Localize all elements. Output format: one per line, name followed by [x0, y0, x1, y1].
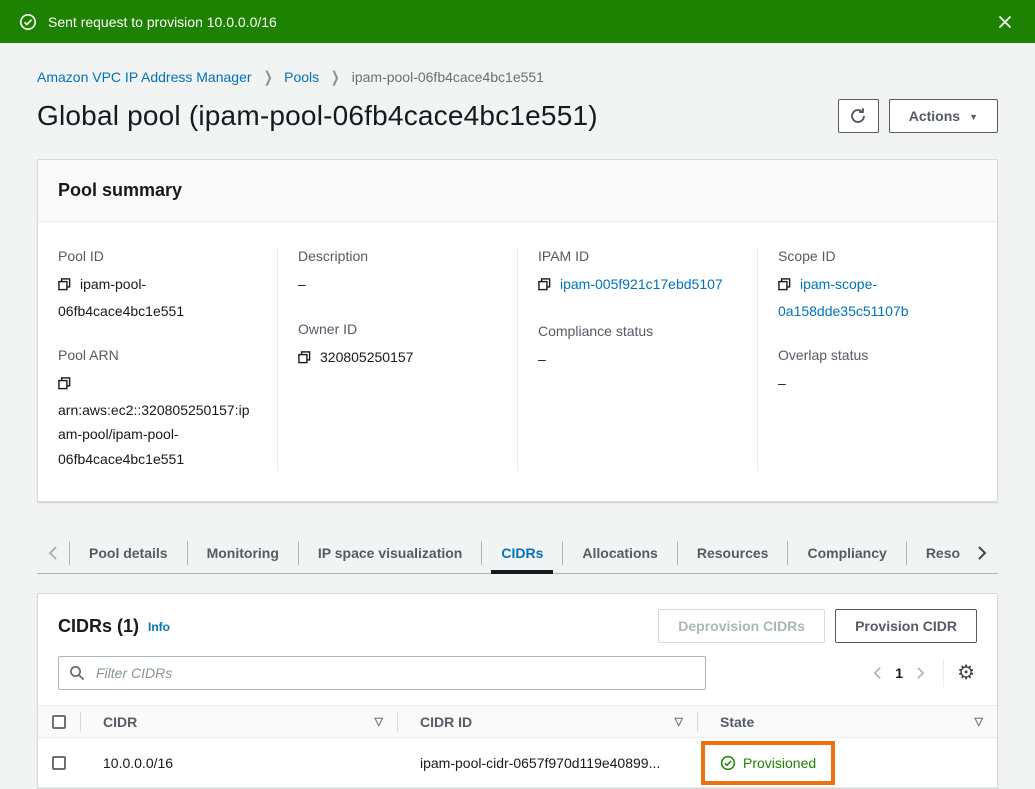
summary-column-2: Description – Owner ID 320805250157: [278, 248, 518, 471]
field-label: Description: [298, 248, 497, 264]
breadcrumb-link-ipam[interactable]: Amazon VPC IP Address Manager: [37, 69, 252, 85]
page-title: Global pool (ipam-pool-06fb4cace4bc1e551…: [37, 100, 598, 132]
cidr-id-cell: ipam-pool-cidr-0657f970d119e40899...: [398, 755, 697, 771]
tab-truncated[interactable]: Reso: [907, 532, 966, 574]
pool-arn-value: arn:aws:ec2::320805250157:ipam-pool/ipam…: [58, 402, 249, 467]
tab-ip-space-visualization[interactable]: IP space visualization: [299, 532, 481, 574]
refresh-button[interactable]: [838, 99, 879, 133]
annotation-highlight-box: Provisioned: [701, 741, 835, 785]
check-circle-icon: [19, 13, 37, 31]
settings-gear-icon[interactable]: ⚙: [955, 661, 977, 685]
actions-button[interactable]: Actions ▼: [889, 99, 998, 133]
pool-summary-card: Pool summary Pool ID ipam-pool-06fb4cace…: [37, 159, 998, 502]
cidrs-title: CIDRs (1): [58, 616, 139, 637]
tab-resources[interactable]: Resources: [678, 532, 788, 574]
flash-message: Sent request to provision 10.0.0.0/16: [48, 14, 277, 30]
compliance-status-value: –: [538, 347, 737, 372]
info-link[interactable]: Info: [148, 620, 170, 634]
caret-down-icon: ▼: [969, 112, 978, 122]
tabs-scroll-left-icon[interactable]: [37, 532, 69, 574]
row-checkbox[interactable]: [52, 756, 66, 770]
ipam-id-link[interactable]: ipam-005f921c17ebd5107: [560, 276, 723, 292]
filter-cidrs-box: [58, 656, 706, 690]
copy-icon[interactable]: [538, 274, 551, 299]
deprovision-cidrs-button[interactable]: Deprovision CIDRs: [658, 609, 825, 643]
column-header-state: State: [720, 714, 754, 730]
tab-cidrs[interactable]: CIDRs: [482, 532, 562, 574]
overlap-status-value: –: [778, 371, 977, 396]
field-label: Owner ID: [298, 321, 497, 337]
filter-cidrs-input[interactable]: [94, 664, 695, 682]
search-icon: [69, 665, 85, 681]
cidrs-panel: CIDRs (1) Info Deprovision CIDRs Provisi…: [37, 593, 998, 789]
breadcrumb-separator-icon: ❯: [331, 68, 340, 86]
description-value: –: [298, 272, 497, 297]
owner-id-value: 320805250157: [320, 349, 413, 365]
field-label: IPAM ID: [538, 248, 737, 264]
copy-icon[interactable]: [58, 274, 71, 299]
select-all-checkbox[interactable]: [52, 715, 66, 729]
next-page-icon[interactable]: [909, 662, 932, 684]
table-row: 10.0.0.0/16 ipam-pool-cidr-0657f970d119e…: [38, 738, 997, 788]
column-header-cidr-id: CIDR ID: [420, 714, 472, 730]
column-header-cidr: CIDR: [103, 714, 137, 730]
copy-icon[interactable]: [58, 373, 71, 398]
actions-button-label: Actions: [909, 108, 960, 124]
pool-summary-title: Pool summary: [58, 180, 182, 200]
tab-bar: Pool details Monitoring IP space visuali…: [37, 532, 998, 574]
field-label: Pool ARN: [58, 347, 257, 363]
check-circle-icon: [720, 755, 736, 771]
breadcrumb-separator-icon: ❯: [263, 68, 272, 86]
pool-id-value: ipam-pool-06fb4cace4bc1e551: [58, 276, 184, 319]
tabs-scroll-right-icon[interactable]: [966, 532, 998, 574]
summary-column-3: IPAM ID ipam-005f921c17ebd5107 Complianc…: [518, 248, 758, 471]
summary-column-1: Pool ID ipam-pool-06fb4cace4bc1e551 Pool…: [38, 248, 278, 471]
state-cell: Provisioned: [698, 741, 997, 785]
previous-page-icon[interactable]: [866, 662, 889, 684]
tab-pool-details[interactable]: Pool details: [70, 532, 187, 574]
cidr-cell: 10.0.0.0/16: [81, 755, 397, 771]
sort-icon[interactable]: ▽: [675, 715, 683, 728]
sort-icon[interactable]: ▽: [375, 715, 383, 728]
breadcrumb-current: ipam-pool-06fb4cace4bc1e551: [352, 69, 544, 85]
field-label: Overlap status: [778, 347, 977, 363]
tab-monitoring[interactable]: Monitoring: [188, 532, 298, 574]
breadcrumb-link-pools[interactable]: Pools: [284, 69, 319, 85]
flashbar-success: Sent request to provision 10.0.0.0/16: [0, 0, 1035, 43]
table-header-row: CIDR ▽ CIDR ID ▽ State ▽: [38, 706, 997, 738]
breadcrumb: Amazon VPC IP Address Manager ❯ Pools ❯ …: [37, 68, 998, 86]
tab-compliancy[interactable]: Compliancy: [788, 532, 905, 574]
pagination: 1 ⚙: [866, 659, 977, 687]
provision-cidr-button[interactable]: Provision CIDR: [835, 609, 977, 643]
summary-column-4: Scope ID ipam-scope-0a158dde35c51107b Ov…: [758, 248, 997, 471]
divider: [943, 659, 944, 687]
cidrs-table: CIDR ▽ CIDR ID ▽ State ▽ 1: [38, 705, 997, 788]
scope-id-link[interactable]: ipam-scope-0a158dde35c51107b: [778, 276, 909, 319]
field-label: Scope ID: [778, 248, 977, 264]
field-label: Pool ID: [58, 248, 257, 264]
status-badge: Provisioned: [743, 755, 816, 771]
field-label: Compliance status: [538, 323, 737, 339]
copy-icon[interactable]: [778, 274, 791, 299]
tab-allocations[interactable]: Allocations: [563, 532, 676, 574]
refresh-icon: [849, 107, 867, 125]
sort-icon[interactable]: ▽: [975, 715, 983, 728]
close-icon[interactable]: [994, 11, 1016, 33]
copy-icon[interactable]: [298, 347, 311, 372]
page-number[interactable]: 1: [889, 665, 909, 681]
